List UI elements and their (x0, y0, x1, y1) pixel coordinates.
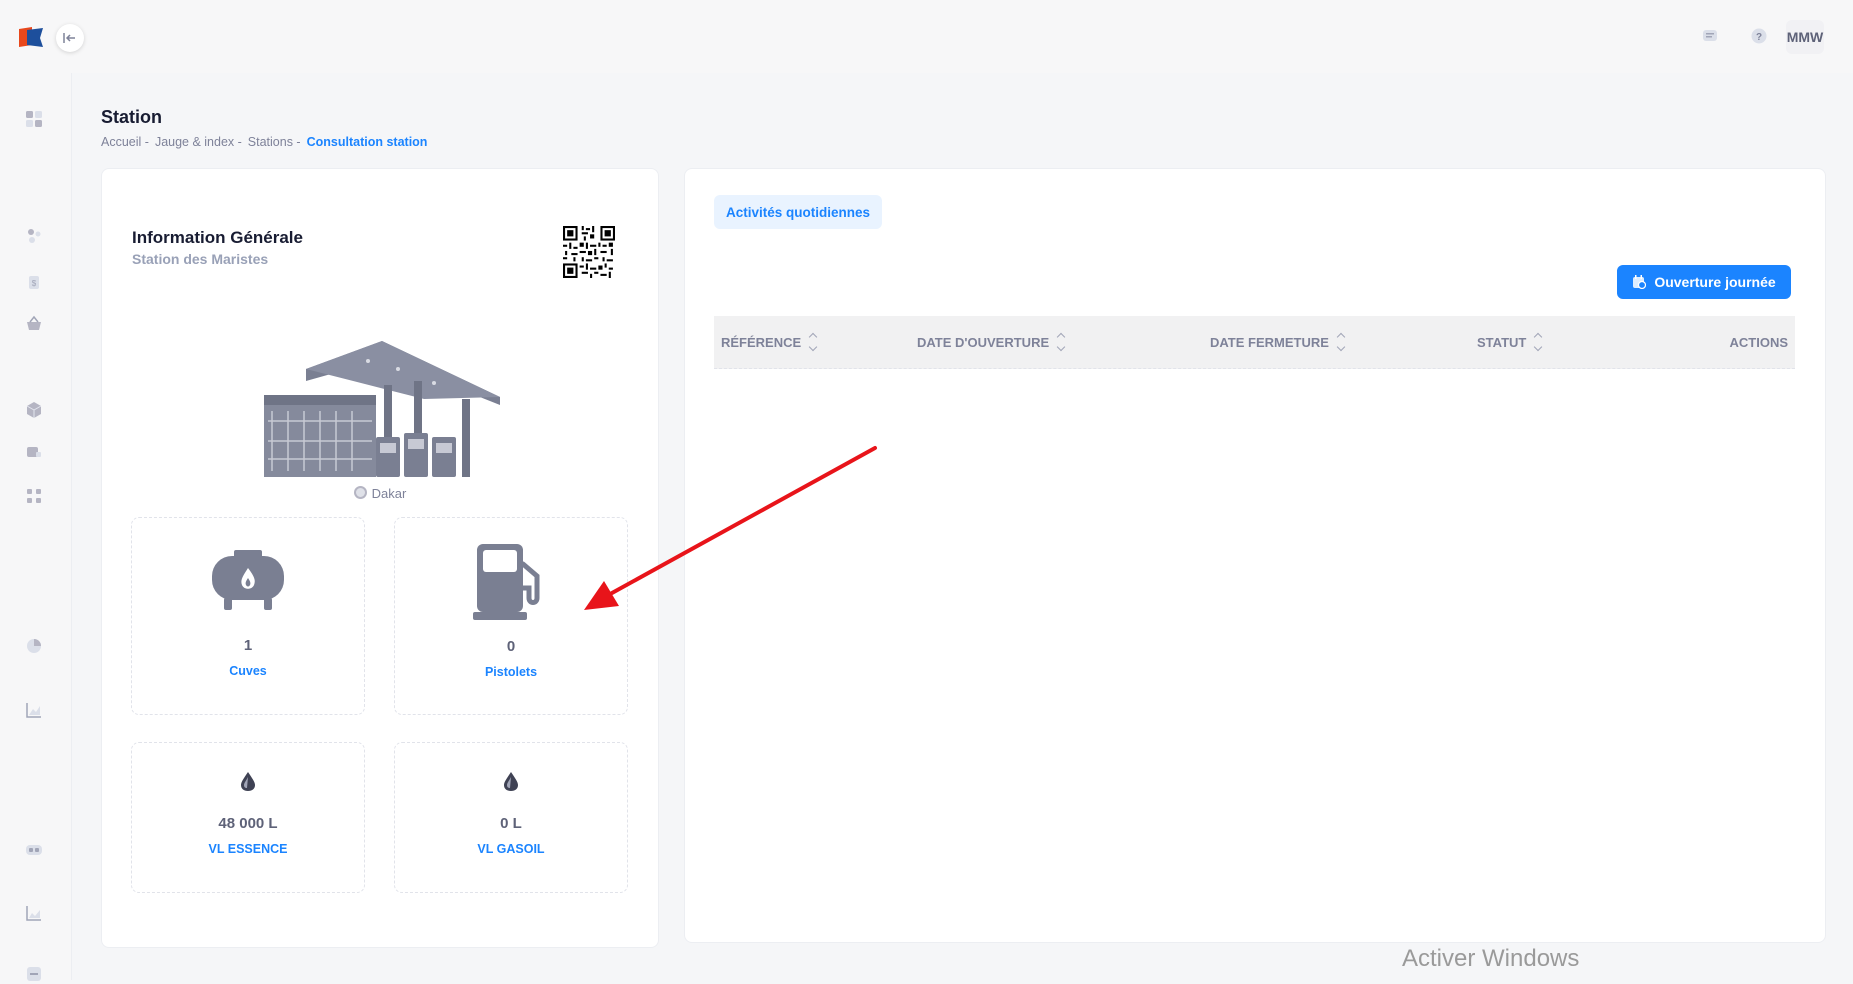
column-date-fermeture[interactable]: DATE FERMETURE (1210, 316, 1346, 368)
sort-icon[interactable] (809, 331, 818, 353)
ouverture-journee-label: Ouverture journée (1654, 274, 1776, 290)
station-name: Station des Maristes (132, 251, 269, 267)
breadcrumb: Accueil - Jauge & index - Stations - Con… (101, 135, 427, 149)
stat-label[interactable]: VL ESSENCE (132, 842, 364, 856)
line-chart-icon[interactable] (24, 903, 44, 923)
svg-text:?: ? (1756, 32, 1762, 43)
location-pin-icon (353, 486, 367, 499)
activities-card: Activités quotidiennes Ouverture journée… (684, 168, 1826, 943)
truck-icon[interactable] (24, 443, 44, 463)
stat-value: 0 (506, 638, 516, 655)
drop-icon (504, 772, 518, 791)
column-actions: ACTIONS (1729, 334, 1789, 350)
station-location: Dakar (102, 486, 658, 501)
users-icon[interactable] (24, 226, 44, 246)
help-icon[interactable]: ? (1749, 26, 1769, 46)
app-logo[interactable] (18, 26, 44, 48)
station-info-card: Information Générale Station des Mariste… (101, 168, 659, 948)
stat-label[interactable]: VL GASOIL (395, 842, 627, 856)
apps-icon[interactable] (24, 486, 44, 506)
stat-card-vl-essence[interactable]: 48 000 L VL ESSENCE (131, 742, 365, 893)
column-reference[interactable]: RÉFÉRENCE (721, 316, 818, 368)
list-icon[interactable] (24, 964, 44, 984)
location-label: Dakar (371, 486, 407, 501)
breadcrumb-item-stations[interactable]: Stations - (248, 135, 301, 149)
column-statut[interactable]: STATUT (1477, 316, 1543, 368)
info-title: Information Générale (132, 228, 303, 247)
stat-card-pistolets[interactable]: 0 Pistolets (394, 517, 628, 715)
message-icon[interactable] (1700, 26, 1720, 46)
dollar-icon[interactable]: $ (24, 272, 44, 292)
stat-card-vl-gasoil[interactable]: 0 L VL GASOIL (394, 742, 628, 893)
svg-text:$: $ (32, 279, 37, 288)
topbar (71, 0, 1853, 73)
sidebar: $ (0, 0, 72, 981)
breadcrumb-item-jauge-index[interactable]: Jauge & index - (155, 135, 242, 149)
stat-label[interactable]: Pistolets (395, 665, 627, 679)
tank-icon (212, 550, 284, 610)
stat-label[interactable]: Cuves (132, 664, 364, 678)
breadcrumb-item-current: Consultation station (306, 135, 428, 149)
gas-station-illustration (264, 341, 500, 477)
basket-icon[interactable] (24, 314, 44, 334)
stat-value: 1 (243, 637, 253, 654)
sort-icon[interactable] (1337, 331, 1346, 353)
stat-value: 0 L (500, 815, 522, 832)
drop-icon (241, 772, 255, 791)
page-title: Station (101, 107, 162, 127)
arrow-left-icon (63, 33, 75, 43)
dashboard-icon[interactable] (24, 109, 44, 129)
box-icon[interactable] (24, 400, 44, 420)
table-header: RÉFÉRENCE DATE D'OUVERTURE DATE FERMETUR… (714, 316, 1795, 369)
qr-code-icon (563, 226, 615, 278)
column-date-ouverture[interactable]: DATE D'OUVERTURE (917, 316, 1066, 368)
tab-activites-quotidiennes[interactable]: Activités quotidiennes (714, 195, 882, 229)
breadcrumb-item-accueil[interactable]: Accueil - (101, 135, 149, 149)
sidebar-collapse-button[interactable] (56, 24, 84, 52)
calendar-add-icon (1633, 275, 1647, 289)
windows-activation-watermark: Activer Windows (1402, 945, 1580, 972)
toggle-icon[interactable] (24, 840, 44, 860)
user-avatar[interactable]: MMW (1786, 20, 1824, 54)
pie-chart-icon[interactable] (24, 636, 44, 656)
stat-card-cuves[interactable]: 1 Cuves (131, 517, 365, 715)
sort-icon[interactable] (1534, 331, 1543, 353)
bar-chart-icon[interactable] (24, 700, 44, 720)
sort-icon[interactable] (1057, 331, 1066, 353)
fuel-pump-icon (473, 544, 540, 620)
stat-value: 48 000 L (218, 815, 278, 832)
ouverture-journee-button[interactable]: Ouverture journée (1617, 265, 1791, 299)
